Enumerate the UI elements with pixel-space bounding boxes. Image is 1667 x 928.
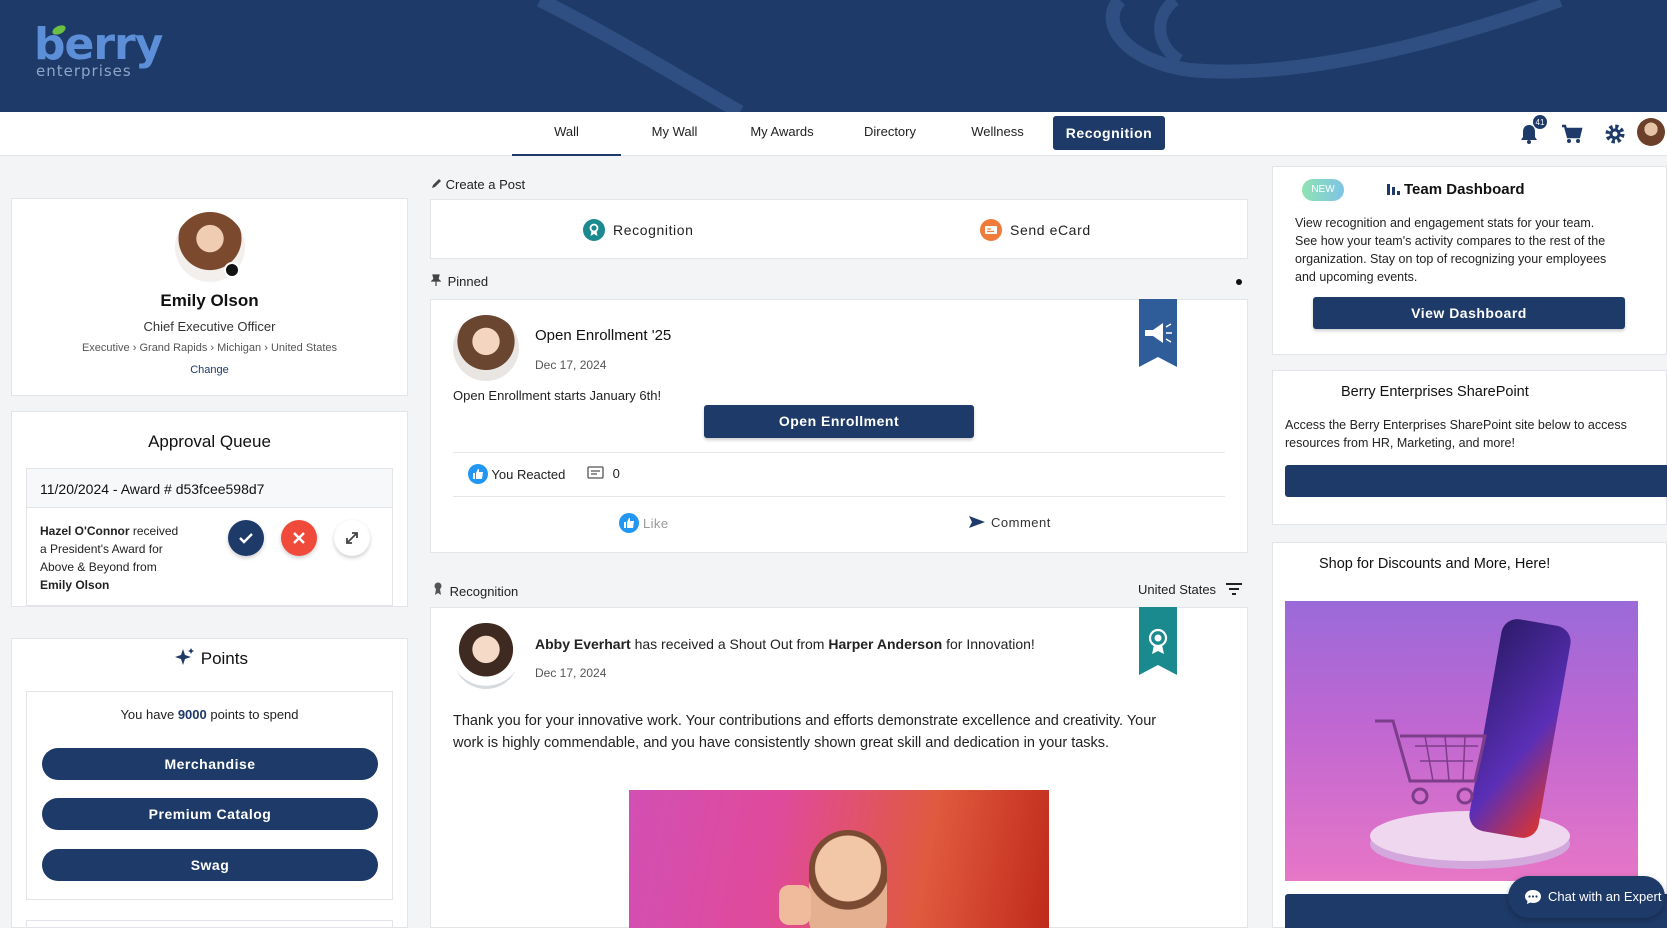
points-amount: 9000 xyxy=(177,707,207,722)
gear-icon[interactable] xyxy=(1603,122,1627,146)
user-avatar[interactable] xyxy=(1637,118,1665,146)
recognition-headline: Abby Everhart has received a Shout Out f… xyxy=(535,636,1035,652)
comment-count: 0 xyxy=(587,464,620,484)
recognition-post-button[interactable]: Recognition xyxy=(583,218,694,242)
sparkle-icon xyxy=(175,648,194,665)
team-dashboard-title-row: Team Dashboard xyxy=(1386,181,1525,198)
bar-chart-icon xyxy=(1387,184,1400,195)
ecard-icon xyxy=(980,219,1002,241)
tab-my-awards[interactable]: My Awards xyxy=(728,112,836,156)
new-badge: NEW xyxy=(1302,179,1344,201)
tab-wellness[interactable]: Wellness xyxy=(944,112,1051,156)
points-balance: You have 9000 points to spend xyxy=(120,707,299,722)
pinned-post-date: Dec 17, 2024 xyxy=(535,358,607,372)
pinned-post-body: Open Enrollment starts January 6th! xyxy=(453,388,662,403)
recognition-gif xyxy=(629,790,1049,928)
path-item: Grand Rapids xyxy=(139,342,208,354)
cart-icon[interactable] xyxy=(1560,122,1584,146)
chat-with-expert-button[interactable]: Chat with an Expert xyxy=(1508,876,1665,918)
change-link[interactable]: Change xyxy=(11,364,408,376)
tab-directory[interactable]: Directory xyxy=(837,112,943,156)
reaction-summary: You Reacted xyxy=(468,464,565,485)
view-dashboard-button[interactable]: View Dashboard xyxy=(1313,297,1625,329)
points-heading: Points xyxy=(200,649,248,668)
path-item: Michigan xyxy=(217,342,262,354)
premium-catalog-button[interactable]: Premium Catalog xyxy=(42,798,378,830)
award-ribbon xyxy=(1139,607,1177,675)
approval-item-text: Hazel O'Connor received a President's Aw… xyxy=(40,524,179,592)
swag-button[interactable]: Swag xyxy=(42,849,378,881)
shopping-cart-graphic xyxy=(1375,719,1487,805)
pencil-icon xyxy=(432,179,441,188)
recognition-feed-label: Recognition xyxy=(433,582,518,599)
brand-logo[interactable]: berry enterprises xyxy=(34,22,163,81)
merchandise-button[interactable]: Merchandise xyxy=(42,748,378,780)
approval-item-header: 11/20/2024 - Award # d53fcee598d7 xyxy=(26,468,393,508)
camera-icon[interactable] xyxy=(224,262,240,278)
send-icon xyxy=(969,516,985,528)
pinned-dot xyxy=(1236,279,1242,285)
close-icon xyxy=(293,532,305,544)
pin-icon xyxy=(430,274,442,286)
pinned-label: Pinned xyxy=(430,274,488,289)
chat-icon xyxy=(1525,890,1541,904)
recognition-message: Thank you for your innovative work. Your… xyxy=(453,713,1157,751)
recognition-date: Dec 17, 2024 xyxy=(535,666,607,680)
leaf-icon xyxy=(52,25,66,35)
next-card-edge xyxy=(26,920,393,928)
post-author-avatar xyxy=(453,315,519,381)
open-enrollment-button[interactable]: Open Enrollment xyxy=(704,405,974,438)
sharepoint-title: Berry Enterprises SharePoint xyxy=(1341,384,1529,400)
location-filter[interactable]: United States xyxy=(1138,582,1243,597)
announcement-ribbon xyxy=(1139,299,1177,367)
profile-path: Executive › Grand Rapids › Michigan › Un… xyxy=(81,342,338,354)
sender-name[interactable]: Harper Anderson xyxy=(828,636,942,652)
comment-button[interactable]: Comment xyxy=(969,513,1051,533)
comment-icon xyxy=(587,466,604,479)
like-icon xyxy=(619,513,639,533)
filter-icon xyxy=(1225,583,1242,595)
ribbon-icon xyxy=(434,582,442,595)
expand-icon xyxy=(346,532,358,544)
recipient-avatar xyxy=(453,623,519,689)
path-item: United States xyxy=(270,342,338,354)
top-nav: Wall My Wall My Awards Directory Wellnes… xyxy=(0,112,1667,156)
award-icon xyxy=(583,219,605,241)
points-heading-row: Points xyxy=(174,647,334,669)
divider xyxy=(453,452,1225,453)
team-dashboard-description: View recognition and engagement stats fo… xyxy=(1295,216,1607,284)
profile-title: Chief Executive Officer xyxy=(143,319,276,334)
sharepoint-description: Access the Berry Enterprises SharePoint … xyxy=(1285,418,1627,450)
sharepoint-button[interactable] xyxy=(1285,465,1667,497)
profile-name: Emily Olson xyxy=(160,291,259,310)
check-icon xyxy=(239,533,253,544)
header-banner: berry enterprises xyxy=(0,0,1667,112)
notification-badge: 41 xyxy=(1532,114,1548,130)
thumbs-up-icon xyxy=(468,464,488,484)
reject-button[interactable] xyxy=(281,520,317,556)
approval-item-title: 11/20/2024 - Award # d53fcee598d7 xyxy=(40,481,265,497)
approve-button[interactable] xyxy=(228,520,264,556)
like-button[interactable]: Like xyxy=(619,513,668,534)
divider xyxy=(453,496,1225,497)
path-item: Executive xyxy=(81,342,130,354)
create-post-card xyxy=(430,199,1248,259)
pinned-post-title: Open Enrollment '25 xyxy=(535,327,672,344)
tab-wall[interactable]: Wall xyxy=(512,112,621,156)
approval-heading: Approval Queue xyxy=(148,432,271,451)
recipient-name[interactable]: Abby Everhart xyxy=(535,636,631,652)
thumb-hand xyxy=(779,885,811,925)
person-figure xyxy=(809,830,887,928)
tab-my-wall[interactable]: My Wall xyxy=(622,112,727,156)
decorative-swirl xyxy=(536,0,1563,112)
shop-image xyxy=(1285,601,1638,881)
tab-recognition[interactable]: Recognition xyxy=(1053,116,1165,150)
expand-button[interactable] xyxy=(334,520,370,556)
send-ecard-button[interactable]: Send eCard xyxy=(980,218,1091,242)
create-post-label: Create a Post xyxy=(431,177,525,192)
shop-title: Shop for Discounts and More, Here! xyxy=(1319,556,1551,572)
